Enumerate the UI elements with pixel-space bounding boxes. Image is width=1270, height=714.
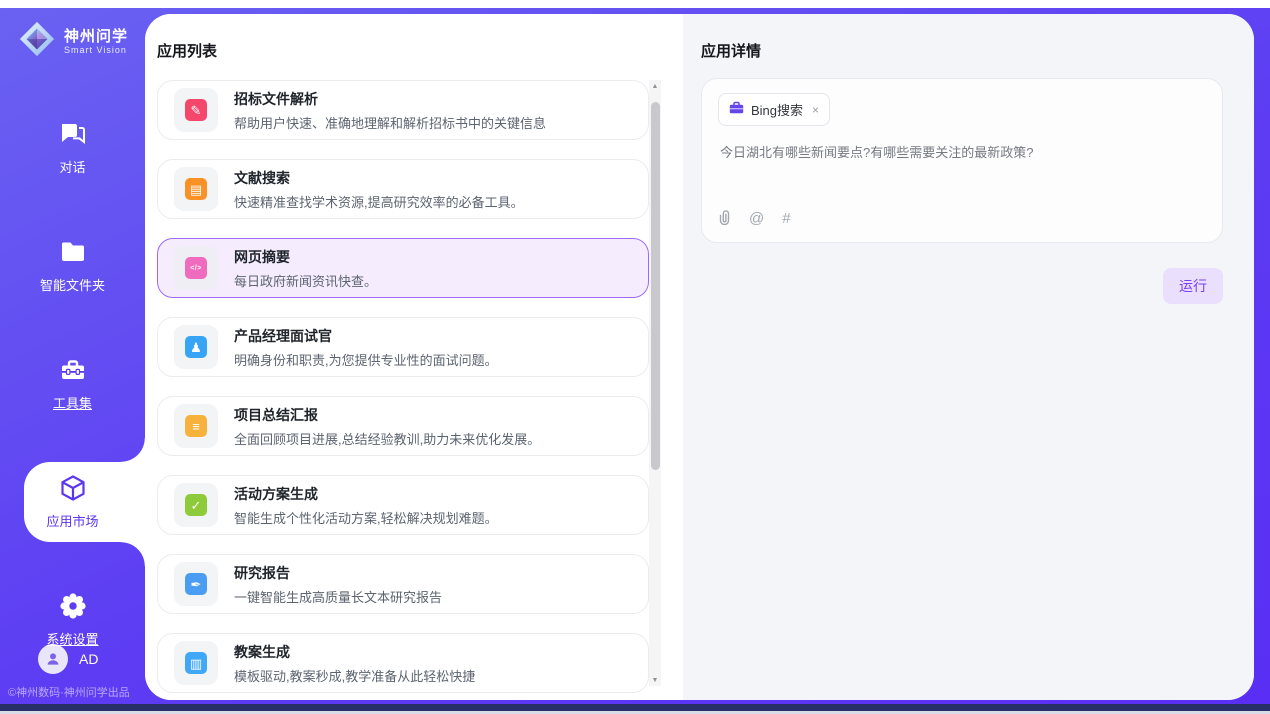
app-list-title: 应用列表 — [157, 40, 683, 61]
prompt-card: Bing搜索 × 今日湖北有哪些新闻要点?有哪些需要关注的最新政策? @ # — [701, 78, 1223, 243]
report-list-icon: ≡ — [174, 404, 218, 448]
app-title: 活动方案生成 — [234, 484, 498, 504]
sidebar-item-smart-folder[interactable]: 智能文件夹 — [0, 226, 145, 306]
app-card[interactable]: ✎ 招标文件解析 帮助用户快速、准确地理解和解析招标书中的关键信息 — [157, 80, 649, 140]
pencil-icon: ✎ — [174, 88, 218, 132]
app-window: 神州问学 Smart Vision 对话 — [0, 0, 1270, 714]
sidebar-item-label: 智能文件夹 — [40, 275, 105, 294]
app-title: 文献搜索 — [234, 168, 524, 188]
run-button[interactable]: 运行 — [1163, 268, 1223, 304]
window-top-edge — [0, 0, 1270, 8]
app-title: 招标文件解析 — [234, 89, 546, 109]
sidebar-item-app-market[interactable]: 应用市场 — [0, 462, 145, 542]
prompt-textarea[interactable]: 今日湖北有哪些新闻要点?有哪些需要关注的最新政策? — [720, 143, 1206, 209]
scrollbar-thumb[interactable] — [651, 102, 660, 470]
scroll-up-icon[interactable]: ▲ — [649, 80, 661, 92]
app-desc: 智能生成个性化活动方案,轻松解决规划难题。 — [234, 508, 498, 527]
at-icon[interactable]: @ — [749, 211, 764, 226]
app-card[interactable]: ✒ 研究报告 一键智能生成高质量长文本研究报告 — [157, 554, 649, 614]
app-detail-title: 应用详情 — [701, 40, 1223, 61]
list-scrollbar[interactable]: ▲ ▼ — [649, 80, 661, 686]
app-desc: 明确身份和职责,为您提供专业性的面试问题。 — [234, 350, 498, 369]
app-title: 项目总结汇报 — [234, 405, 540, 425]
cube-icon — [59, 474, 87, 502]
sidebar-item-label: 应用市场 — [46, 511, 98, 530]
sidebar-nav: 对话 智能文件夹 — [0, 108, 145, 660]
paperclip-icon[interactable] — [718, 209, 731, 228]
app-card[interactable]: </> 网页摘要 每日政府新闻资讯快查。 — [157, 238, 649, 298]
user-account[interactable]: AD — [38, 644, 98, 674]
app-card[interactable]: ▥ 教案生成 模板驱动,教案秒成,教学准备从此轻松快捷 — [157, 633, 649, 693]
app-desc: 帮助用户快速、准确地理解和解析招标书中的关键信息 — [234, 113, 546, 132]
avatar — [38, 644, 68, 674]
main-content: 应用列表 ✎ 招标文件解析 帮助用户快速、准确地理解和解析招标书中的关键信息 ▤… — [145, 14, 1254, 700]
app-card-list: ✎ 招标文件解析 帮助用户快速、准确地理解和解析招标书中的关键信息 ▤ 文献搜索… — [157, 80, 649, 700]
hash-icon[interactable]: # — [782, 211, 790, 226]
folder-icon — [59, 238, 87, 266]
brand-logo: 神州问学 Smart Vision — [0, 8, 145, 63]
app-desc: 快速精准查找学术资源,提高研究效率的必备工具。 — [234, 192, 524, 211]
brand-subtitle: Smart Vision — [64, 45, 128, 56]
app-title: 研究报告 — [234, 563, 442, 583]
clipboard-check-icon: ✓ — [174, 483, 218, 527]
app-desc: 每日政府新闻资讯快查。 — [234, 271, 377, 290]
sidebar-item-label: 工具集 — [53, 393, 92, 412]
sidebar-item-label: 对话 — [59, 157, 85, 176]
window-bottom-bar — [0, 704, 1270, 711]
chat-icon — [58, 120, 88, 148]
app-detail-panel: 应用详情 Bing搜索 × 今日湖北有哪些新闻要点?有哪些需要关注的最新政策? — [683, 14, 1254, 700]
code-window-icon: </> — [174, 246, 218, 290]
user-initials: AD — [79, 651, 98, 667]
sidebar: 神州问学 Smart Vision 对话 — [0, 8, 145, 704]
app-card[interactable]: ♟ 产品经理面试官 明确身份和职责,为您提供专业性的面试问题。 — [157, 317, 649, 377]
app-title: 产品经理面试官 — [234, 326, 498, 346]
close-icon[interactable]: × — [812, 103, 819, 117]
app-card[interactable]: ▤ 文献搜索 快速精准查找学术资源,提高研究效率的必备工具。 — [157, 159, 649, 219]
sidebar-item-toolset[interactable]: 工具集 — [0, 344, 145, 424]
sidebar-item-chat[interactable]: 对话 — [0, 108, 145, 188]
copyright-footer: ©神州数码·神州问学出品 — [8, 684, 130, 700]
book-icon: ▤ — [174, 167, 218, 211]
app-title: 网页摘要 — [234, 247, 377, 267]
app-desc: 一键智能生成高质量长文本研究报告 — [234, 587, 442, 606]
toolbox-icon — [59, 356, 87, 384]
briefcase-icon — [729, 101, 744, 119]
gear-icon — [59, 592, 87, 620]
scroll-down-icon[interactable]: ▼ — [649, 674, 661, 686]
sidebar-item-label: 系统设置 — [46, 629, 98, 648]
app-title: 教案生成 — [234, 642, 475, 662]
interviewer-icon: ♟ — [174, 325, 218, 369]
diamond-logo-icon — [18, 20, 56, 63]
tool-chip-bing-search[interactable]: Bing搜索 × — [718, 93, 830, 126]
app-card[interactable]: ✓ 活动方案生成 智能生成个性化活动方案,轻松解决规划难题。 — [157, 475, 649, 535]
app-card[interactable]: ≡ 项目总结汇报 全面回顾项目进展,总结经验教训,助力未来优化发展。 — [157, 396, 649, 456]
books-icon: ▥ — [174, 641, 218, 685]
research-icon: ✒ — [174, 562, 218, 606]
app-desc: 模板驱动,教案秒成,教学准备从此轻松快捷 — [234, 666, 475, 685]
run-row: 运行 — [701, 268, 1223, 304]
app-list-panel: 应用列表 ✎ 招标文件解析 帮助用户快速、准确地理解和解析招标书中的关键信息 ▤… — [145, 14, 683, 700]
attachment-toolbar: @ # — [718, 209, 1206, 230]
brand-name: 神州问学 — [64, 28, 128, 45]
tool-chip-label: Bing搜索 — [751, 100, 803, 119]
app-desc: 全面回顾项目进展,总结经验教训,助力未来优化发展。 — [234, 429, 540, 448]
